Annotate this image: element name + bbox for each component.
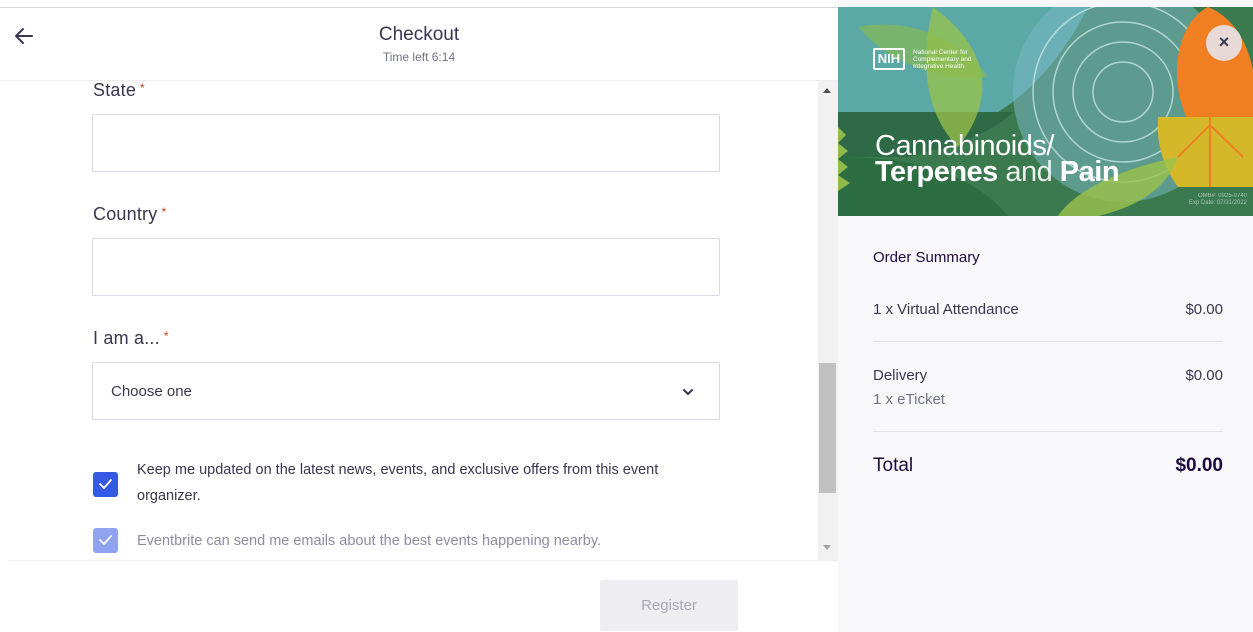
line-item: 1 x Virtual Attendance $0.00 (873, 301, 1223, 318)
required-mark: * (161, 205, 167, 219)
scroll-up-icon[interactable] (823, 88, 831, 93)
check-icon (99, 535, 112, 545)
role-select[interactable]: Choose one (92, 362, 720, 420)
page-title: Checkout (378, 24, 460, 45)
required-mark: * (163, 329, 169, 343)
line-item-amount: $0.00 (1185, 301, 1223, 318)
close-icon: × (1218, 32, 1230, 52)
state-input[interactable] (92, 114, 720, 172)
nih-logo-mark: NIH (873, 48, 905, 70)
divider (873, 341, 1223, 342)
total-amount: $0.00 (1175, 455, 1223, 476)
delivery-label: Delivery (873, 367, 928, 384)
banner-title-pain: Pain (1059, 156, 1120, 188)
banner-title-and: and (997, 156, 1060, 188)
time-left: Time left 6:14 (382, 50, 456, 64)
optin-eventbrite-label: Eventbrite can send me emails about the … (137, 533, 602, 549)
role-label: I am a... * (93, 328, 169, 348)
country-input[interactable] (92, 238, 720, 296)
optin-eventbrite-checkbox[interactable] (93, 528, 118, 553)
required-mark: * (140, 81, 145, 95)
divider (873, 431, 1223, 432)
delivery-row: Delivery 1 x eTicket $0.00 (873, 367, 1223, 408)
delivery-sub: 1 x eTicket (873, 391, 945, 408)
register-button[interactable]: Register (600, 580, 738, 631)
total-row: Total $0.00 (873, 455, 1223, 477)
nih-org-name: National Center for Complementary and In… (913, 48, 972, 70)
optin-organizer-checkbox[interactable] (93, 472, 118, 497)
order-summary-title: Order Summary (873, 249, 980, 266)
event-banner: NIH National Center for Complementary an… (838, 7, 1253, 216)
close-button[interactable]: × (1206, 25, 1242, 61)
check-icon (99, 479, 112, 489)
total-label: Total (873, 455, 914, 476)
omb-number: OMB#: 0925-0740 Exp Date: 07/31/2022 (1188, 193, 1247, 206)
delivery-amount: $0.00 (1185, 367, 1223, 384)
optin-organizer-label: Keep me updated on the latest news, even… (137, 462, 659, 504)
state-label: State * (93, 81, 145, 100)
checkout-footer: Register (8, 560, 838, 632)
checkout-panel: Checkout Time left 6:14 State * Country * … (0, 0, 838, 632)
checkout-form: State * Country * I am a... * Choose one Ke… (0, 81, 818, 560)
banner-title: Cannabinoids/ Terpenes and Pain (875, 132, 1120, 188)
form-scrollbar[interactable] (818, 81, 838, 560)
role-select-value: Choose one (111, 383, 192, 400)
line-item-label: 1 x Virtual Attendance (873, 301, 1019, 318)
scrollbar-thumb[interactable] (819, 363, 836, 493)
order-panel: NIH National Center for Complementary an… (838, 0, 1253, 632)
country-label: Country * (93, 204, 167, 224)
chevron-down-icon (683, 389, 693, 395)
nih-logo: NIH National Center for Complementary an… (873, 44, 993, 74)
checkout-header: Checkout Time left 6:14 (0, 8, 838, 81)
banner-title-terpenes: Terpenes (875, 156, 998, 188)
scroll-down-icon[interactable] (823, 545, 831, 550)
